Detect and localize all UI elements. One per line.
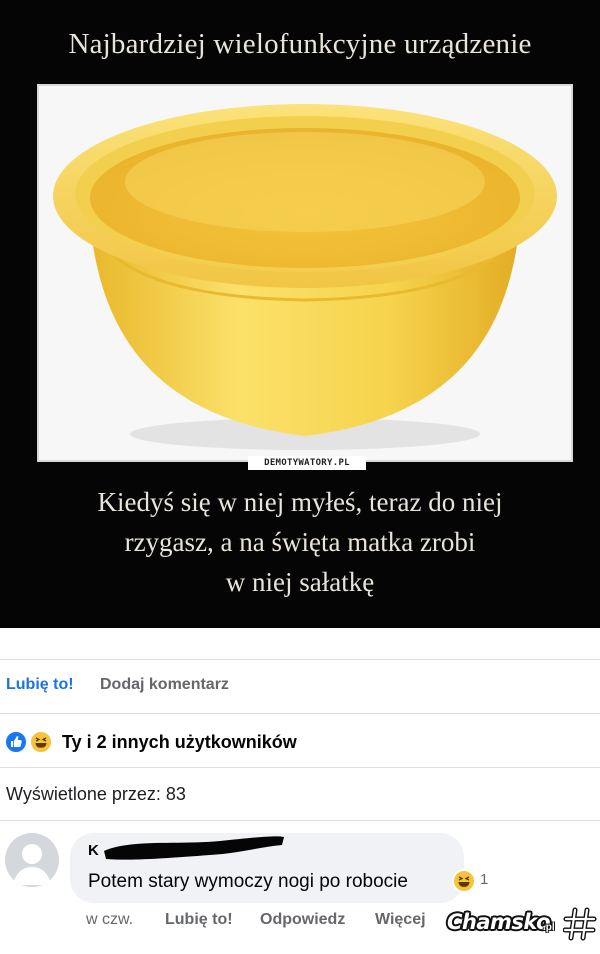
haha-icon: [29, 730, 53, 754]
redaction-scribble: [104, 836, 284, 860]
basin-illustration: [39, 86, 571, 460]
chamsko-watermark: Chamsko .pl: [447, 906, 597, 946]
default-avatar-icon: [13, 844, 51, 885]
reactions-summary-text: Ty i 2 innych użytkowników: [62, 732, 297, 752]
divider: [0, 713, 600, 714]
comment-bubble: K Potem stary wymoczy nogi po robocie: [70, 833, 464, 903]
meme-image: Najbardziej wielofunkcyjne urządzenie DE…: [0, 0, 600, 628]
comment-like-button[interactable]: Lubię to!: [165, 911, 233, 929]
commenter-avatar[interactable]: [5, 833, 59, 887]
meme-title: Najbardziej wielofunkcyjne urządzenie: [68, 28, 532, 60]
meme-photo: [37, 84, 573, 462]
divider: [0, 820, 600, 821]
hashtag-logo-icon: [563, 907, 597, 941]
reactions-summary[interactable]: Ty i 2 innych użytkowników: [0, 728, 600, 758]
caption-line: w niej sałatkę: [225, 567, 375, 597]
chamsko-logo-text: Chamsko: [447, 910, 551, 934]
divider: [0, 767, 600, 768]
like-icon: [4, 730, 28, 754]
meme-caption: Kiedyś się w niej myłeś, teraz do niej r…: [0, 482, 600, 602]
divider: [0, 659, 600, 660]
caption-line: rzygasz, a na święta matka zrobi: [124, 527, 476, 557]
comment-text: Potem stary wymoczy nogi po robocie: [88, 871, 408, 892]
haha-icon[interactable]: [452, 869, 476, 893]
demotywatory-watermark: DEMOTYWATORY.PL: [248, 456, 366, 470]
view-count: Wyświetlone przez: 83: [6, 784, 186, 804]
caption-line: Kiedyś się w niej myłeś, teraz do niej: [97, 487, 503, 517]
comment-more-button[interactable]: Więcej: [375, 911, 426, 929]
chamsko-logo-suffix: .pl: [543, 922, 555, 933]
like-button[interactable]: Lubię to!: [6, 676, 74, 694]
comment-timestamp[interactable]: w czw.: [86, 911, 133, 929]
comment-reply-button[interactable]: Odpowiedz: [260, 911, 345, 929]
add-comment-button[interactable]: Dodaj komentarz: [100, 676, 229, 694]
comment-reaction-count[interactable]: 1: [478, 868, 498, 892]
